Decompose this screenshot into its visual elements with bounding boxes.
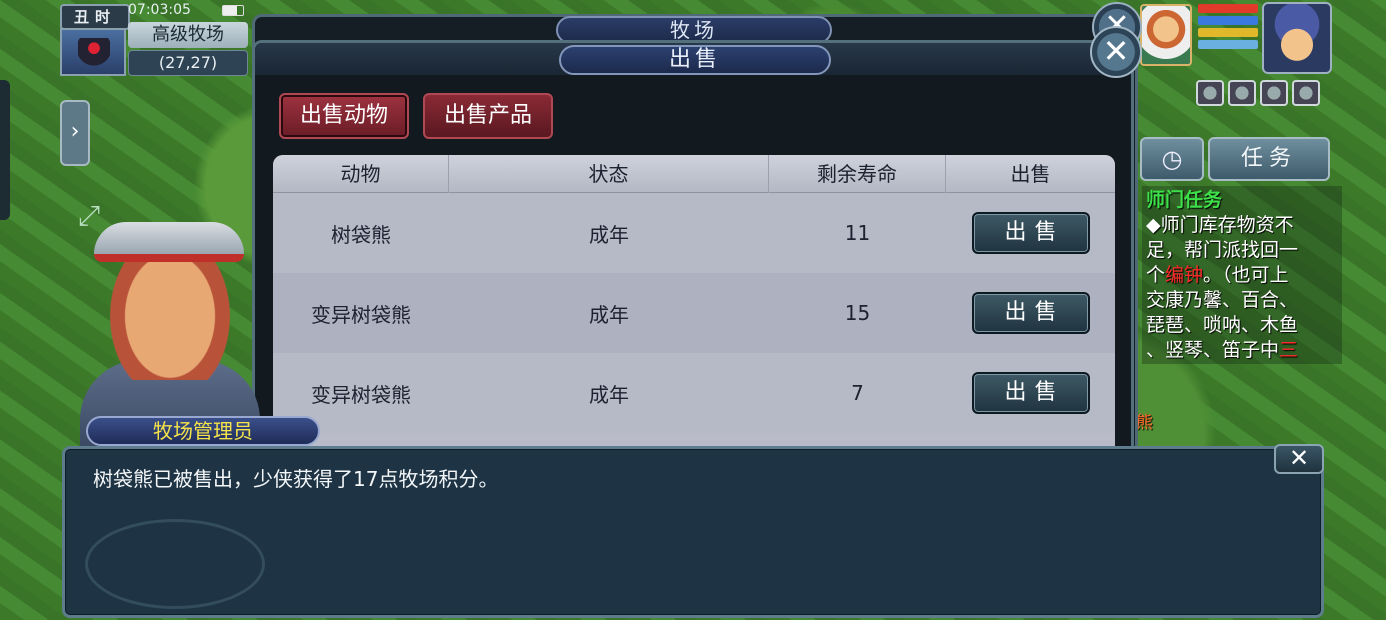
sell-button[interactable]: 出售 xyxy=(971,292,1090,334)
tab-sell-animals[interactable]: 出售动物 xyxy=(279,93,409,139)
column-status: 状态 xyxy=(449,155,769,193)
buff-icons xyxy=(1196,80,1320,106)
buff-icon[interactable] xyxy=(1292,80,1320,106)
animal-table: 动物 状态 剩余寿命 出售 树袋熊 成年 11 出售 变异树袋熊 成年 15 出… xyxy=(273,155,1115,455)
column-remaining-life: 剩余寿命 xyxy=(769,155,946,193)
animal-life: 11 xyxy=(844,221,871,245)
animal-status: 成年 xyxy=(589,222,629,247)
table-row: 树袋熊 成年 11 出售 xyxy=(273,193,1115,273)
left-edge-handle[interactable] xyxy=(0,80,10,220)
buff-icon[interactable] xyxy=(1196,80,1224,106)
task-line: 足，帮门派找回一 xyxy=(1146,239,1299,261)
close-icon[interactable]: ✕ xyxy=(1274,444,1324,474)
animal-name: 变异树袋熊 xyxy=(311,302,411,327)
clock-icon[interactable]: ◷ xyxy=(1140,137,1204,181)
npc-dialog-box[interactable]: 树袋熊已被售出，少侠获得了17点牧场积分。 xyxy=(62,446,1324,618)
location-hud: 丑时 07:03:05 高级牧场 (27,27) xyxy=(56,2,252,76)
sell-button[interactable]: 出售 xyxy=(971,372,1090,414)
exp-bar xyxy=(1198,28,1258,37)
task-item-link[interactable]: 编钟 xyxy=(1165,264,1203,286)
column-sell: 出售 xyxy=(1010,162,1051,186)
tab-sell-products[interactable]: 出售产品 xyxy=(423,93,553,139)
extra-bar xyxy=(1198,40,1258,49)
status-bars xyxy=(1198,4,1258,52)
sell-cell: 出售 xyxy=(946,212,1115,254)
sell-button[interactable]: 出售 xyxy=(971,212,1090,254)
dialog-text: 树袋熊已被售出，少侠获得了17点牧场积分。 xyxy=(93,467,499,491)
buff-icon[interactable] xyxy=(1228,80,1256,106)
sell-cell: 出售 xyxy=(946,372,1115,414)
task-line: 、竖琴、笛子中三 xyxy=(1146,339,1299,361)
sell-panel: 出售 出售动物 出售产品 动物 状态 剩余寿命 出售 树袋熊 成年 11 出售 … xyxy=(252,40,1134,460)
mp-bar xyxy=(1198,16,1258,25)
hud-fragment-text: 熊 xyxy=(1136,413,1153,433)
task-line: 琵琶、唢呐、木鱼 xyxy=(1146,314,1299,336)
column-animal: 动物 xyxy=(273,155,449,193)
map-name[interactable]: 高级牧场 xyxy=(128,22,248,48)
cloud-decoration xyxy=(85,519,265,609)
player-avatar[interactable] xyxy=(1262,2,1332,74)
minimap-figure-icon xyxy=(78,38,110,72)
table-row: 变异树袋熊 成年 7 出售 xyxy=(273,353,1115,433)
animal-life: 15 xyxy=(844,301,871,325)
minimap-button[interactable] xyxy=(60,28,126,76)
close-icon[interactable]: ✕ xyxy=(1090,26,1142,78)
npc-name-plate: 牧场管理员 xyxy=(86,416,320,446)
coordinates: (27,27) xyxy=(128,50,248,76)
npc-portrait xyxy=(70,190,270,450)
sell-panel-title: 出售 xyxy=(559,45,831,75)
pet-avatar[interactable] xyxy=(1140,4,1192,66)
animal-name: 变异树袋熊 xyxy=(311,382,411,407)
task-line: 个编钟。（也可上 xyxy=(1146,264,1289,286)
task-title: 师门任务 xyxy=(1146,189,1223,211)
animal-name: 树袋熊 xyxy=(331,222,391,247)
hp-bar xyxy=(1198,4,1258,13)
table-body: 树袋熊 成年 11 出售 变异树袋熊 成年 15 出售 变异树袋熊 成年 7 出… xyxy=(273,193,1115,433)
task-line: ◆师门库存物资不 xyxy=(1146,214,1294,236)
animal-status: 成年 xyxy=(589,302,629,327)
buff-icon[interactable] xyxy=(1260,80,1288,106)
battery-icon xyxy=(222,5,244,16)
task-line: 交康乃馨、百合、 xyxy=(1146,289,1299,311)
task-button[interactable]: 任务 xyxy=(1208,137,1330,181)
animal-life: 7 xyxy=(851,381,864,405)
sell-cell: 出售 xyxy=(946,292,1115,334)
shichen-label: 丑时 xyxy=(60,4,130,30)
clock-time: 07:03:05 xyxy=(128,2,191,18)
animal-status: 成年 xyxy=(589,382,629,407)
table-header: 动物 状态 剩余寿命 出售 xyxy=(273,155,1115,193)
npc-headband xyxy=(94,222,244,262)
task-tracker[interactable]: 师门任务 ◆师门库存物资不 足，帮门派找回一 个编钟。（也可上 交康乃馨、百合、… xyxy=(1142,186,1342,364)
chevron-right-icon[interactable]: › xyxy=(60,100,90,166)
table-row: 变异树袋熊 成年 15 出售 xyxy=(273,273,1115,353)
